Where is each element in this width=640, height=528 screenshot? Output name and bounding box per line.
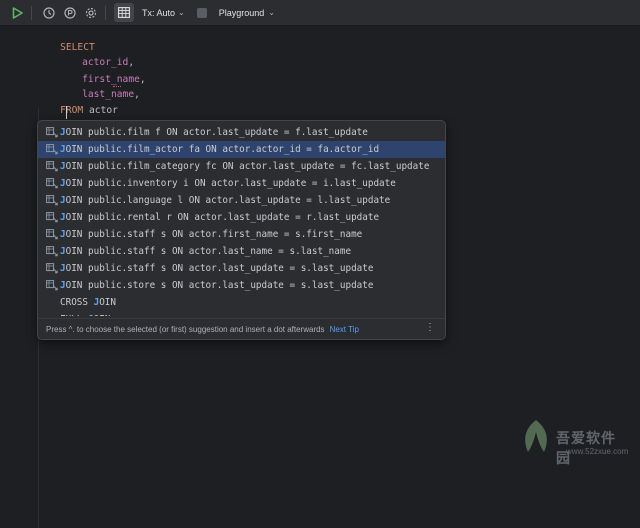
completion-item-prefix: CROSS	[60, 297, 94, 308]
completion-item-text: JOIN public.staff s ON actor.last_name =…	[60, 243, 351, 260]
join-icon	[46, 127, 58, 138]
completion-popup: JOIN public.film f ON actor.last_update …	[37, 120, 446, 340]
transaction-mode-label: Tx: Auto	[142, 7, 176, 18]
completion-hint: Press ^. to choose the selected (or firs…	[46, 324, 325, 334]
completion-item-text: JOIN public.film_category fc ON actor.la…	[60, 158, 429, 175]
join-icon	[46, 178, 58, 189]
completion-item-text: CROSS JOIN	[60, 294, 116, 311]
completion-list: JOIN public.film f ON actor.last_update …	[38, 124, 445, 316]
completion-item-text: JOIN public.inventory i ON actor.last_up…	[60, 175, 396, 192]
completion-item-text: JOIN public.film_actor fa ON actor.actor…	[60, 141, 379, 158]
completion-footer: Press ^. to choose the selected (or firs…	[38, 318, 445, 339]
text-cursor	[66, 106, 67, 119]
completion-item-rest: OIN	[99, 297, 116, 308]
completion-item[interactable]: JOIN public.language l ON actor.last_upd…	[38, 192, 445, 209]
chevron-down-icon: ⌄	[178, 8, 185, 17]
completion-item-rest: OIN public.rental r ON actor.last_update…	[65, 212, 380, 223]
history-icon[interactable]	[40, 4, 58, 22]
completion-item-rest: OIN public.film f ON actor.last_update =…	[65, 127, 368, 138]
transaction-mode-dropdown[interactable]: Tx: Auto ⌄	[142, 8, 185, 18]
completion-item[interactable]: JOIN public.staff s ON actor.first_name …	[38, 226, 445, 243]
join-icon	[46, 212, 58, 223]
completion-item-prefix: FULL	[60, 314, 88, 316]
completion-item-text: JOIN public.language l ON actor.last_upd…	[60, 192, 390, 209]
code-line-1: SELECT	[37, 27, 95, 53]
completion-item-text: FULL JOIN	[60, 311, 110, 316]
join-icon	[46, 263, 58, 274]
join-icon	[46, 195, 58, 206]
completion-item-rest: OIN public.inventory i ON actor.last_upd…	[65, 178, 396, 189]
completion-item[interactable]: JOIN public.rental r ON actor.last_updat…	[38, 209, 445, 226]
code-line-4: last_name,	[59, 74, 140, 100]
completion-item-text: JOIN public.staff s ON actor.first_name …	[60, 226, 362, 243]
completion-item[interactable]: JOIN public.staff s ON actor.last_update…	[38, 260, 445, 277]
completion-item-rest: OIN public.film_category fc ON actor.las…	[65, 161, 430, 172]
completion-item[interactable]: JOIN public.film_category fc ON actor.la…	[38, 158, 445, 175]
completion-item[interactable]: JOIN public.inventory i ON actor.last_up…	[38, 175, 445, 192]
completion-item-text: JOIN public.staff s ON actor.last_update…	[60, 260, 373, 277]
code-line-3: first_name,	[59, 59, 146, 85]
chevron-down-icon: ⌄	[268, 8, 275, 17]
completion-item-rest: OIN public.staff s ON actor.first_name =…	[65, 229, 363, 240]
explain-plan-icon[interactable]	[61, 4, 79, 22]
completion-item[interactable]: FULL JOIN	[38, 311, 445, 316]
join-icon	[46, 161, 58, 172]
completion-item-rest: OIN	[94, 314, 111, 316]
watermark: 吾爱软件园 www.52zxue.com	[516, 414, 629, 466]
toolbar-divider	[31, 5, 32, 20]
completion-item[interactable]: JOIN public.staff s ON actor.last_name =…	[38, 243, 445, 260]
comma: ,	[139, 74, 146, 85]
code-line-6: j	[59, 105, 88, 131]
completion-item[interactable]: CROSS JOIN	[38, 294, 445, 311]
run-icon[interactable]	[8, 4, 26, 22]
output-table-icon[interactable]	[114, 3, 134, 22]
completion-item-rest: OIN public.store s ON actor.last_update …	[65, 280, 374, 291]
editor-toolbar: Tx: Auto ⌄ Playground ⌄	[0, 0, 640, 26]
completion-item-text: JOIN public.rental r ON actor.last_updat…	[60, 209, 379, 226]
settings-icon[interactable]	[82, 4, 100, 22]
watermark-url: www.52zxue.com	[566, 447, 629, 456]
playground-dropdown[interactable]: Playground ⌄	[219, 8, 275, 18]
join-icon	[46, 280, 58, 291]
join-icon	[46, 144, 58, 155]
completion-item-rest: OIN public.staff s ON actor.last_name = …	[65, 246, 352, 257]
join-icon	[46, 229, 58, 240]
more-options-icon[interactable]: ⋮	[425, 323, 435, 333]
completion-item-rest: OIN public.staff s ON actor.last_update …	[65, 263, 374, 274]
completion-item[interactable]: JOIN public.film f ON actor.last_update …	[38, 124, 445, 141]
join-icon	[46, 246, 58, 257]
code-line-2: actor_id,	[59, 42, 134, 68]
stop-icon[interactable]	[196, 7, 207, 18]
comma: ,	[134, 89, 140, 100]
toolbar-divider	[105, 5, 106, 20]
completion-item-text: JOIN public.store s ON actor.last_update…	[60, 277, 373, 294]
completion-item-rest: OIN public.film_actor fa ON actor.actor_…	[65, 144, 380, 155]
playground-label: Playground	[218, 7, 265, 18]
next-tip-link[interactable]: Next Tip	[330, 325, 359, 334]
code-line-5: FROM actor	[37, 90, 118, 116]
error-squiggle	[113, 84, 121, 87]
completion-item[interactable]: JOIN public.film_actor fa ON actor.actor…	[38, 141, 445, 158]
completion-item-rest: OIN public.language l ON actor.last_upda…	[65, 195, 391, 206]
completion-item-text: JOIN public.film f ON actor.last_update …	[60, 124, 368, 141]
completion-item[interactable]: JOIN public.store s ON actor.last_update…	[38, 277, 445, 294]
watermark-logo-icon	[525, 420, 547, 452]
table-name: actor	[89, 105, 118, 116]
